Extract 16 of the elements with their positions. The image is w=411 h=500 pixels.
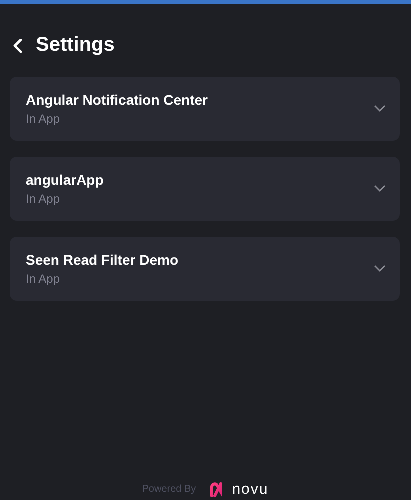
card-subtitle: In App xyxy=(26,192,62,206)
brand-name: novu xyxy=(232,481,269,498)
card-title: angularApp xyxy=(26,172,104,188)
chevron-icon[interactable] xyxy=(374,265,386,273)
settings-card[interactable]: Seen Read Filter Demo In App xyxy=(10,237,400,301)
settings-card[interactable]: angularApp In App xyxy=(10,157,400,221)
back-icon[interactable] xyxy=(12,38,24,52)
chevron-icon[interactable] xyxy=(374,105,386,113)
card-title: Angular Notification Center xyxy=(26,92,208,108)
page-title: Settings xyxy=(36,34,115,57)
powered-by-label: Powered By xyxy=(142,484,196,495)
chevron-icon[interactable] xyxy=(374,185,386,193)
card-title: Seen Read Filter Demo xyxy=(26,252,178,268)
card-subtitle: In App xyxy=(26,272,62,286)
card-subtitle: In App xyxy=(26,112,62,126)
settings-card[interactable]: Angular Notification Center In App xyxy=(10,77,400,141)
